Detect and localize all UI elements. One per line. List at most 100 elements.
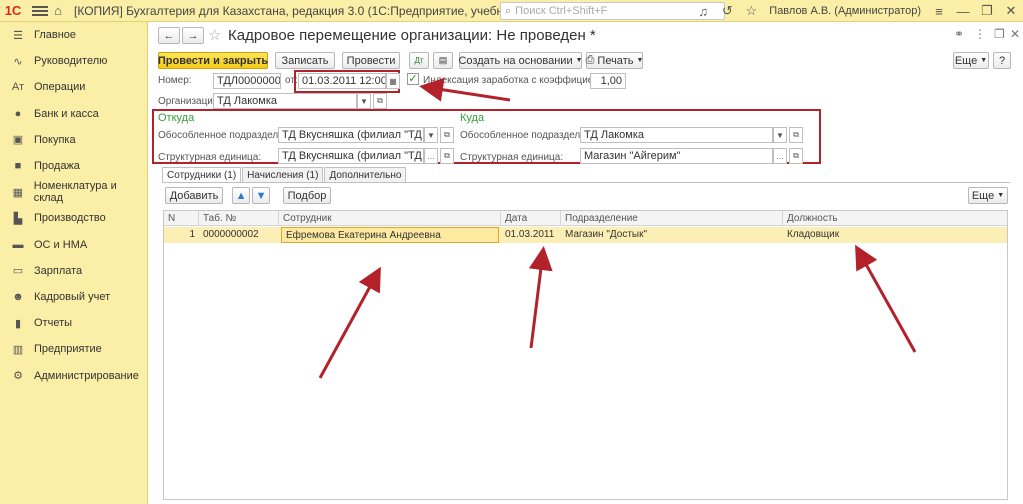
restore-window-icon[interactable]: ❐ <box>994 27 1005 41</box>
sidebar-item-enterprise[interactable]: ▥ Предприятие <box>0 336 147 362</box>
search-icon: ⌕ <box>505 4 512 17</box>
star-icon[interactable]: ☆ <box>739 0 763 22</box>
pick-button[interactable]: Подбор <box>283 187 331 204</box>
sidebar-item-hr[interactable]: ☻ Кадровый учет <box>0 284 147 310</box>
current-user[interactable]: Павлов А.В. (Администратор) <box>769 5 921 17</box>
organization-field[interactable]: ТД Лакомка <box>213 93 357 109</box>
indexation-coefficient-field[interactable]: 1,00 <box>590 73 626 89</box>
favorite-star-icon[interactable]: ☆ <box>208 26 221 44</box>
history-icon[interactable]: ↺ <box>715 0 739 22</box>
sidebar-item-purchase[interactable]: ▣ Покупка <box>0 127 147 153</box>
post-button[interactable]: Провести <box>342 52 400 69</box>
search-placeholder: Поиск Ctrl+Shift+F <box>515 5 608 17</box>
close-icon[interactable]: ✕ <box>999 0 1023 22</box>
move-up-icon[interactable]: ▲ <box>232 187 250 204</box>
sidebar-item-nomenclature[interactable]: ▦ Номенклатура и склад <box>0 179 147 205</box>
from-unit-field[interactable]: ТД Вкусняшка (филиал "ТД Ла <box>278 148 424 164</box>
restore-icon[interactable]: ❐ <box>975 0 999 22</box>
tab-additional[interactable]: Дополнительно <box>324 167 407 182</box>
bell-icon[interactable]: ♫ <box>691 0 715 22</box>
sidebar-item-assets[interactable]: ▬ ОС и НМА <box>0 232 147 258</box>
chevron-down-icon[interactable]: ▼ <box>357 93 371 109</box>
minimize-icon[interactable]: — <box>951 0 975 22</box>
forward-button[interactable]: → <box>182 27 204 44</box>
sidebar-item-label: Банк и касса <box>34 107 99 120</box>
select-ellipsis-icon[interactable]: … <box>424 148 438 164</box>
tab-divider <box>162 182 1010 183</box>
sidebar-item-bank[interactable]: ● Банк и касса <box>0 101 147 127</box>
link-icon[interactable]: ⚭ <box>954 27 964 41</box>
to-unit-field[interactable]: Магазин "Айгерим" <box>580 148 773 164</box>
print-button[interactable]: ⎙ Печать ▼ <box>586 52 643 69</box>
table-more-button[interactable]: Еще ▼ <box>968 187 1008 204</box>
home-icon[interactable]: ⌂ <box>48 0 68 22</box>
number-label: Номер: <box>158 75 192 86</box>
calendar-icon[interactable]: ▦ <box>386 73 400 89</box>
table-row[interactable]: 1 0000000002 Ефремова Екатерина Андреевн… <box>164 227 1007 243</box>
sidebar-item-label: Предприятие <box>34 343 102 356</box>
column-header-employee[interactable]: Сотрудник <box>279 211 501 226</box>
tab-employees[interactable]: Сотрудники (1) <box>162 167 242 182</box>
truck-icon: ▬ <box>12 238 24 251</box>
back-button[interactable]: ← <box>158 27 180 44</box>
open-icon[interactable]: ⧉ <box>789 127 803 143</box>
open-icon[interactable]: ⧉ <box>789 148 803 164</box>
sidebar-item-admin[interactable]: ⚙ Администрирование <box>0 362 147 388</box>
menu-icon: ☰ <box>13 29 23 42</box>
money-icon: ▭ <box>12 265 24 278</box>
cell-subdivision[interactable]: Магазин "Достык" <box>561 227 783 243</box>
basket-icon: ▣ <box>12 134 24 147</box>
dt-kt-icon[interactable]: Дт <box>409 52 429 69</box>
more-options-icon[interactable]: ⋮ <box>974 27 986 41</box>
sidebar-item-production[interactable]: ▙ Производство <box>0 205 147 231</box>
column-header-subdivision[interactable]: Подразделение <box>561 211 783 226</box>
chevron-down-icon: ▼ <box>997 192 1005 199</box>
ledger-icon: Ат <box>11 81 25 94</box>
chevron-down-icon: ▼ <box>980 57 988 64</box>
cell-n[interactable]: 1 <box>164 227 199 243</box>
move-down-icon[interactable]: ▼ <box>252 187 270 204</box>
sidebar-item-label: Отчеты <box>34 317 73 330</box>
column-header-date[interactable]: Дата <box>501 211 561 226</box>
help-button[interactable]: ? <box>993 52 1011 69</box>
close-form-icon[interactable]: ✕ <box>1010 27 1020 41</box>
organization-label: Организация: <box>158 96 222 107</box>
open-icon[interactable]: ⧉ <box>373 93 387 109</box>
chevron-down-icon[interactable]: ▼ <box>424 127 438 143</box>
number-field[interactable]: ТДЛ00000007 <box>213 73 281 89</box>
post-and-close-button[interactable]: Провести и закрыть <box>158 52 268 69</box>
add-row-button[interactable]: Добавить <box>165 187 223 204</box>
bag-icon: ■ <box>14 160 22 173</box>
page-title: Кадровое перемещение организации: Не про… <box>228 27 596 44</box>
settings-menu-icon[interactable]: ≡ <box>927 0 951 22</box>
cell-date[interactable]: 01.03.2011 <box>501 227 561 243</box>
grid-icon: ▦ <box>12 186 24 199</box>
from-subdivision-field[interactable]: ТД Вкусняшка (филиал "ТД Ла <box>278 127 424 143</box>
column-header-position[interactable]: Должность <box>783 211 1007 226</box>
select-ellipsis-icon[interactable]: … <box>773 148 787 164</box>
sidebar-item-reports[interactable]: ▮ Отчеты <box>0 310 147 336</box>
sidebar-item-manager[interactable]: ∿ Руководителю <box>0 48 147 74</box>
sidebar-item-sales[interactable]: ■ Продажа <box>0 153 147 179</box>
indexation-checkbox[interactable]: ✓ <box>407 73 419 85</box>
column-header-tab-number[interactable]: Таб. № <box>199 211 279 226</box>
main-menu-icon[interactable] <box>32 5 48 16</box>
app-title: [КОПИЯ] Бухгалтерия для Казахстана, реда… <box>74 3 563 18</box>
open-icon[interactable]: ⧉ <box>440 127 454 143</box>
more-button[interactable]: Еще ▼ <box>953 52 989 69</box>
cell-employee[interactable]: Ефремова Екатерина Андреевна <box>281 227 499 243</box>
column-header-n[interactable]: N <box>164 211 199 226</box>
create-based-on-button[interactable]: Создать на основании ▼ <box>458 52 583 69</box>
save-button[interactable]: Записать <box>275 52 335 69</box>
date-field[interactable]: 01.03.2011 12:00:0 <box>298 73 386 89</box>
tab-accruals[interactable]: Начисления (1) <box>242 167 324 182</box>
sidebar-item-main[interactable]: ☰ Главное <box>0 22 147 48</box>
sidebar-item-salary[interactable]: ▭ Зарплата <box>0 258 147 284</box>
sidebar-item-operations[interactable]: Ат Операции <box>0 74 147 100</box>
cell-tab-number[interactable]: 0000000002 <box>199 227 279 243</box>
to-subdivision-field[interactable]: ТД Лакомка <box>580 127 773 143</box>
cell-position[interactable]: Кладовщик <box>783 227 1005 243</box>
chevron-down-icon[interactable]: ▼ <box>773 127 787 143</box>
open-icon[interactable]: ⧉ <box>440 148 454 164</box>
structure-icon[interactable]: ▤ <box>433 52 453 69</box>
